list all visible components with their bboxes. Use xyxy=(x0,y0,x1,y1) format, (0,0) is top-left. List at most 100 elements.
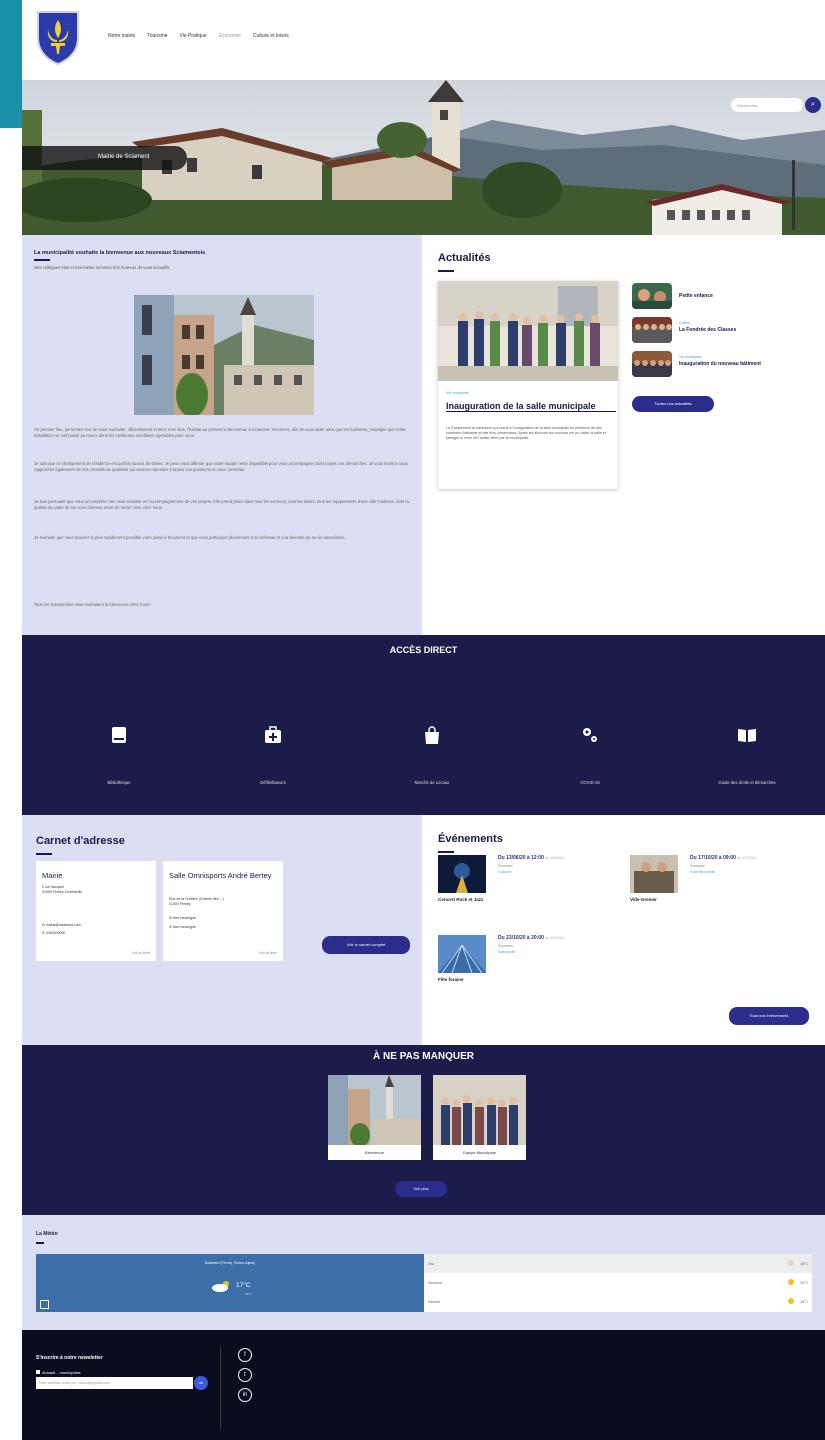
news-item-title[interactable]: Petite enfance xyxy=(679,293,713,299)
event-category: Foire/Brocante xyxy=(690,870,715,874)
event-location: Sciament xyxy=(498,944,513,948)
title-underline xyxy=(36,1242,44,1244)
weather-section: La Météo Sciament (Ferney, Rhône-Alpes) … xyxy=(22,1215,825,1330)
facebook-icon[interactable]: f xyxy=(238,1348,252,1362)
dont-miss-image xyxy=(328,1075,421,1145)
weather-widget-icon[interactable] xyxy=(40,1300,49,1309)
nav-item-vie-pratique[interactable]: Vie Pratique xyxy=(180,33,207,39)
access-item-bibliotheque[interactable]: Bibliothèque xyxy=(49,725,189,786)
access-item-label: COVID-19 xyxy=(580,780,600,785)
news-list-item[interactable]: Petite enfance xyxy=(632,283,822,311)
linkedin-icon[interactable]: in xyxy=(238,1388,252,1402)
dont-miss-section: À NE PAS MANQUER Bienvenue Equipe Munici… xyxy=(22,1045,825,1215)
news-category: Vie municipale xyxy=(679,355,702,359)
full-address-book-button[interactable]: Voir le carnet complet xyxy=(322,936,410,954)
title-underline xyxy=(34,259,50,261)
address-card-more-link[interactable]: Voir la fiche xyxy=(259,951,277,955)
event-location: Sciament xyxy=(690,864,705,868)
forecast-temp: 19°C xyxy=(800,1281,808,1285)
news-section: Actualités Vie municipale Inauguration d… xyxy=(422,235,825,635)
nav-item-culture[interactable]: Culture et loisirs xyxy=(253,33,289,39)
event-thumbnail xyxy=(630,855,678,893)
access-item-label: Marché de Locaux xyxy=(414,780,450,785)
book-icon xyxy=(112,727,126,743)
address-card-phone[interactable]: ✆ 0450000000 xyxy=(42,931,65,935)
search-input[interactable]: Rechercher... xyxy=(731,98,803,112)
open-book-icon xyxy=(738,729,756,742)
news-item-title[interactable]: La Fondrée des Classes xyxy=(679,327,736,333)
access-item-guide[interactable]: Guide des droits et démarches xyxy=(677,725,817,786)
dont-miss-card[interactable]: Bienvenue xyxy=(328,1075,421,1163)
welcome-paragraph: Je suis persuadé que vous accomplirez un… xyxy=(34,499,409,510)
nav-item-economie[interactable]: Economie xyxy=(219,33,241,39)
current-temperature: 17°C xyxy=(236,1282,251,1289)
address-card-more-link[interactable]: Voir la fiche xyxy=(132,951,150,955)
news-title: Actualités xyxy=(438,252,491,264)
newsletter-email-input[interactable]: Votre adresse email (ex : dupont@gmail.c… xyxy=(36,1377,193,1389)
cloud-sun-icon xyxy=(212,1281,229,1292)
address-card-email[interactable]: ✉ mairie@sciament.com xyxy=(42,923,81,927)
site-footer: S'inscrire à notre newsletter Actualit..… xyxy=(22,1330,825,1440)
welcome-paragraph: Je sais que ce changement de résidence e… xyxy=(34,461,408,472)
news-list-item[interactable]: Vie municipale Inauguration du nouveau b… xyxy=(632,351,822,379)
dont-miss-label: Bienvenue xyxy=(328,1145,421,1160)
access-item-label: Guide des droits et démarches xyxy=(718,780,776,785)
news-thumbnail xyxy=(632,351,672,377)
address-card[interactable]: Mairie 2 rue Sacquet 01000 Ferney-Chambe… xyxy=(36,861,156,961)
weather-title: La Météo xyxy=(36,1231,58,1237)
event-item[interactable]: Du 23/10/20 à 20:00 au 24/10/20 Sciament… xyxy=(438,935,628,995)
all-events-button[interactable]: Tous nos événements xyxy=(729,1007,809,1025)
dont-miss-card[interactable]: Equipe Municipale xyxy=(433,1075,526,1163)
twitter-icon[interactable]: t xyxy=(238,1368,252,1382)
news-item-title[interactable]: Inauguration du nouveau bâtiment xyxy=(679,361,761,367)
dont-miss-title: À NE PAS MANQUER xyxy=(373,1051,474,1062)
event-date: Du 23/10/20 à 20:00 au 24/10/20 xyxy=(498,935,564,941)
news-list-item[interactable]: Culture La Fondrée des Classes xyxy=(632,317,822,345)
forecast-row: Vendredi 19°C xyxy=(424,1273,812,1292)
address-card-email[interactable]: ✉ Non renseigné xyxy=(169,916,196,920)
search-icon: ⌕ xyxy=(811,101,815,108)
nav-item-tourisme[interactable]: Tourisme xyxy=(147,33,167,39)
address-card-phone[interactable]: ✆ Non renseigné xyxy=(169,925,196,929)
see-more-button[interactable]: Voir plus xyxy=(395,1181,447,1197)
welcome-signoff: Tous les Sciamentois vous souhaitent la … xyxy=(34,602,152,607)
event-name[interactable]: Vide-Grenier xyxy=(630,897,657,902)
welcome-section: La municipalité souhaite la bienvenue au… xyxy=(22,235,422,635)
title-underline xyxy=(36,853,52,855)
forecast-day: Samedi xyxy=(428,1300,440,1304)
address-book-title: Carnet d'adresse xyxy=(36,835,125,847)
checkbox-icon[interactable] xyxy=(36,1370,40,1374)
news-category: Vie municipale xyxy=(446,391,469,395)
event-name[interactable]: Fête foraine xyxy=(438,977,464,982)
nav-item-mairie[interactable]: Notre mairie xyxy=(108,33,135,39)
sun-icon xyxy=(788,1279,794,1285)
address-card[interactable]: Salle Omnisports André Bertey Rue de la … xyxy=(163,861,283,961)
footer-divider xyxy=(220,1346,221,1430)
inauguration-photo xyxy=(438,281,618,381)
newsletter-checkbox[interactable]: Actualit... municipales xyxy=(36,1370,81,1375)
medkit-icon xyxy=(265,726,281,743)
shopping-bag-icon xyxy=(425,726,439,744)
address-book-section: Carnet d'adresse Mairie 2 rue Sacquet 01… xyxy=(22,815,422,1045)
access-item-covid[interactable]: COVID-19 xyxy=(520,725,660,786)
featured-news-card[interactable]: Vie municipale Inauguration de la salle … xyxy=(438,281,618,489)
event-thumbnail xyxy=(438,935,486,973)
event-item[interactable]: Du 17/10/20 à 09:00 au 17/10/20 Sciament… xyxy=(630,855,820,915)
welcome-title: La municipalité souhaite la bienvenue au… xyxy=(34,250,206,256)
event-item[interactable]: Du 13/06/20 à 12:00 au 14/06/20 Sciament… xyxy=(438,855,628,915)
current-weather-panel: Sciament (Ferney, Rhône-Alpes) 17°C 19°C xyxy=(36,1254,424,1312)
site-header: Notre mairie Tourisme Vie Pratique Econo… xyxy=(22,0,825,80)
featured-news-title[interactable]: Inauguration de la salle municipale xyxy=(446,401,616,412)
access-item-marche[interactable]: Marché de Locaux xyxy=(362,725,502,786)
search-button[interactable]: ⌕ xyxy=(805,97,821,113)
access-item-defibrillateurs[interactable]: Défibrillateurs xyxy=(203,725,343,786)
side-accent-bar xyxy=(0,0,22,128)
event-location: Sciament xyxy=(498,864,513,868)
town-street-photo xyxy=(134,295,314,415)
forecast-temp: 18°C xyxy=(800,1300,808,1304)
welcome-paragraph: Je souhaite que vous trouviez le plus ra… xyxy=(34,535,346,540)
town-crest-logo[interactable] xyxy=(34,8,82,66)
all-news-button[interactable]: Toutes nos actualités xyxy=(632,396,714,412)
newsletter-submit-button[interactable]: ok xyxy=(194,1376,208,1390)
event-name[interactable]: Concert Rock et Jazz xyxy=(438,897,483,902)
